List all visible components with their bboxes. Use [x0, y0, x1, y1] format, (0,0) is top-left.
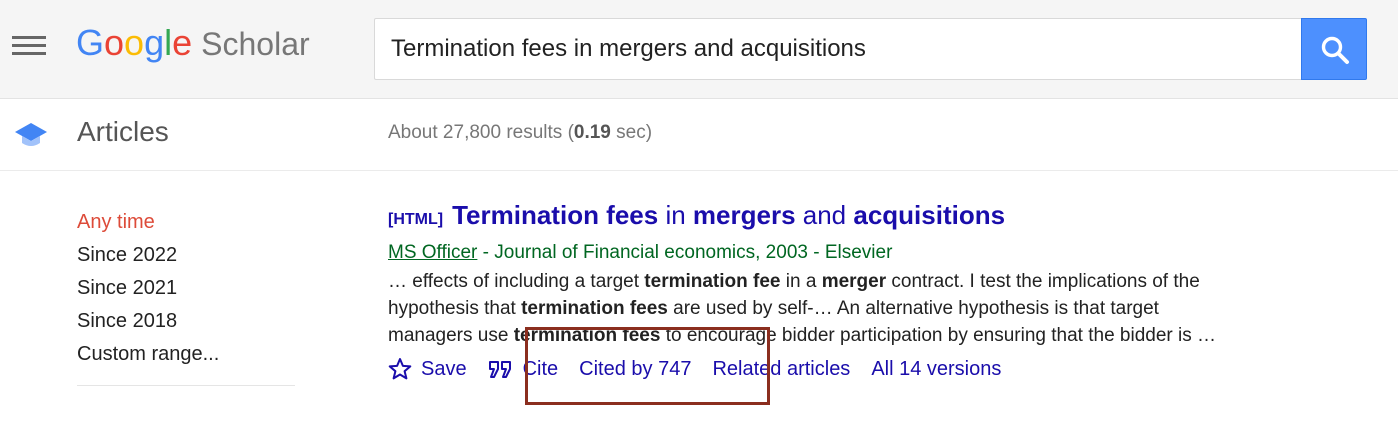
related-articles-link[interactable]: Related articles	[712, 358, 850, 381]
cite-label: Cite	[522, 357, 559, 380]
snippet-text: are used by self-… An alternative hypoth…	[667, 298, 1159, 319]
hamburger-menu-icon[interactable]	[12, 33, 46, 59]
filter-any-time[interactable]: Any time	[77, 206, 297, 239]
title-part: and	[795, 200, 854, 230]
snippet-text: termination fee	[644, 271, 781, 292]
stats-time: 0.19	[573, 122, 611, 143]
snippet-text: termination fees	[513, 325, 661, 346]
google-scholar-logo[interactable]: Go o g l e Scholar	[76, 22, 310, 68]
snippet-text: to encourage bidder participation by ens…	[660, 325, 1217, 346]
filter-since-2022[interactable]: Since 2022	[77, 239, 297, 272]
result-actions: Save Cite Cited by 747 Related articles …	[388, 354, 1022, 384]
filter-since-2018[interactable]: Since 2018	[77, 305, 297, 338]
quote-icon	[488, 361, 511, 378]
top-bar: Go o g l e Scholar	[0, 0, 1398, 99]
logo-letter: l	[164, 22, 173, 63]
cited-by-link[interactable]: Cited by 747	[579, 358, 691, 381]
results-stats: About 27,800 results (0.19 sec)	[388, 122, 652, 144]
result-source: - Journal of Financial economics, 2003 -…	[477, 242, 893, 263]
title-part: Termination fees	[452, 200, 659, 230]
logo-letter: g	[144, 22, 165, 63]
result-snippet: … effects of including a target terminat…	[388, 268, 1338, 349]
title-part: in	[658, 200, 693, 230]
result-authors: MS Officer - Journal of Financial econom…	[388, 238, 1348, 268]
search-box	[374, 18, 1302, 80]
time-filter-sidebar: Any time Since 2022 Since 2021 Since 201…	[77, 206, 297, 371]
logo-letter: o	[104, 22, 125, 63]
snippet-text: hypothesis that	[388, 298, 522, 319]
filter-custom-range[interactable]: Custom range...	[77, 338, 297, 371]
snippet-text: managers use	[388, 325, 514, 346]
star-icon	[388, 358, 412, 380]
save-label: Save	[421, 357, 467, 380]
search-button[interactable]	[1301, 18, 1367, 80]
filter-since-2021[interactable]: Since 2021	[77, 272, 297, 305]
logo-letter: o	[124, 22, 145, 63]
snippet-text: merger	[821, 271, 887, 292]
title-part: mergers	[692, 200, 796, 230]
section-label: Articles	[77, 116, 169, 147]
results-header: Articles About 27,800 results (0.19 sec)	[0, 99, 1398, 171]
snippet-text: in a	[780, 271, 822, 292]
logo-letter: G	[76, 22, 105, 63]
stats-suffix: sec)	[610, 122, 653, 143]
snippet-line: … effects of including a target terminat…	[388, 268, 1338, 295]
title-part: acquisitions	[853, 200, 1006, 230]
snippet-text: termination fees	[521, 298, 668, 319]
cite-button[interactable]: Cite	[488, 357, 559, 381]
result-title-line: [HTML] Termination fees in mergers and a…	[388, 200, 1348, 236]
snippet-text: contract. I test the implications of the	[886, 271, 1200, 292]
logo-scholar-text: Scholar	[201, 26, 310, 62]
result-title-link[interactable]: Termination fees in mergers and acquisit…	[452, 200, 1005, 231]
all-versions-link[interactable]: All 14 versions	[871, 358, 1001, 381]
stats-prefix: About 27,800 results (	[388, 122, 574, 143]
snippet-text: … effects of including a target	[388, 271, 645, 292]
author-link[interactable]: MS Officer	[388, 242, 477, 263]
search-input[interactable]	[375, 19, 1302, 79]
logo-letter: e	[172, 22, 193, 63]
snippet-line: managers use termination fees to encoura…	[388, 322, 1338, 349]
result-type-tag[interactable]: [HTML]	[388, 211, 443, 229]
search-icon	[1321, 36, 1349, 64]
sidebar-divider	[77, 385, 295, 386]
snippet-line: hypothesis that termination fees are use…	[388, 295, 1338, 322]
graduation-cap-icon	[15, 123, 47, 146]
search-result: [HTML] Termination fees in mergers and a…	[388, 200, 1348, 380]
save-button[interactable]: Save	[388, 357, 467, 381]
